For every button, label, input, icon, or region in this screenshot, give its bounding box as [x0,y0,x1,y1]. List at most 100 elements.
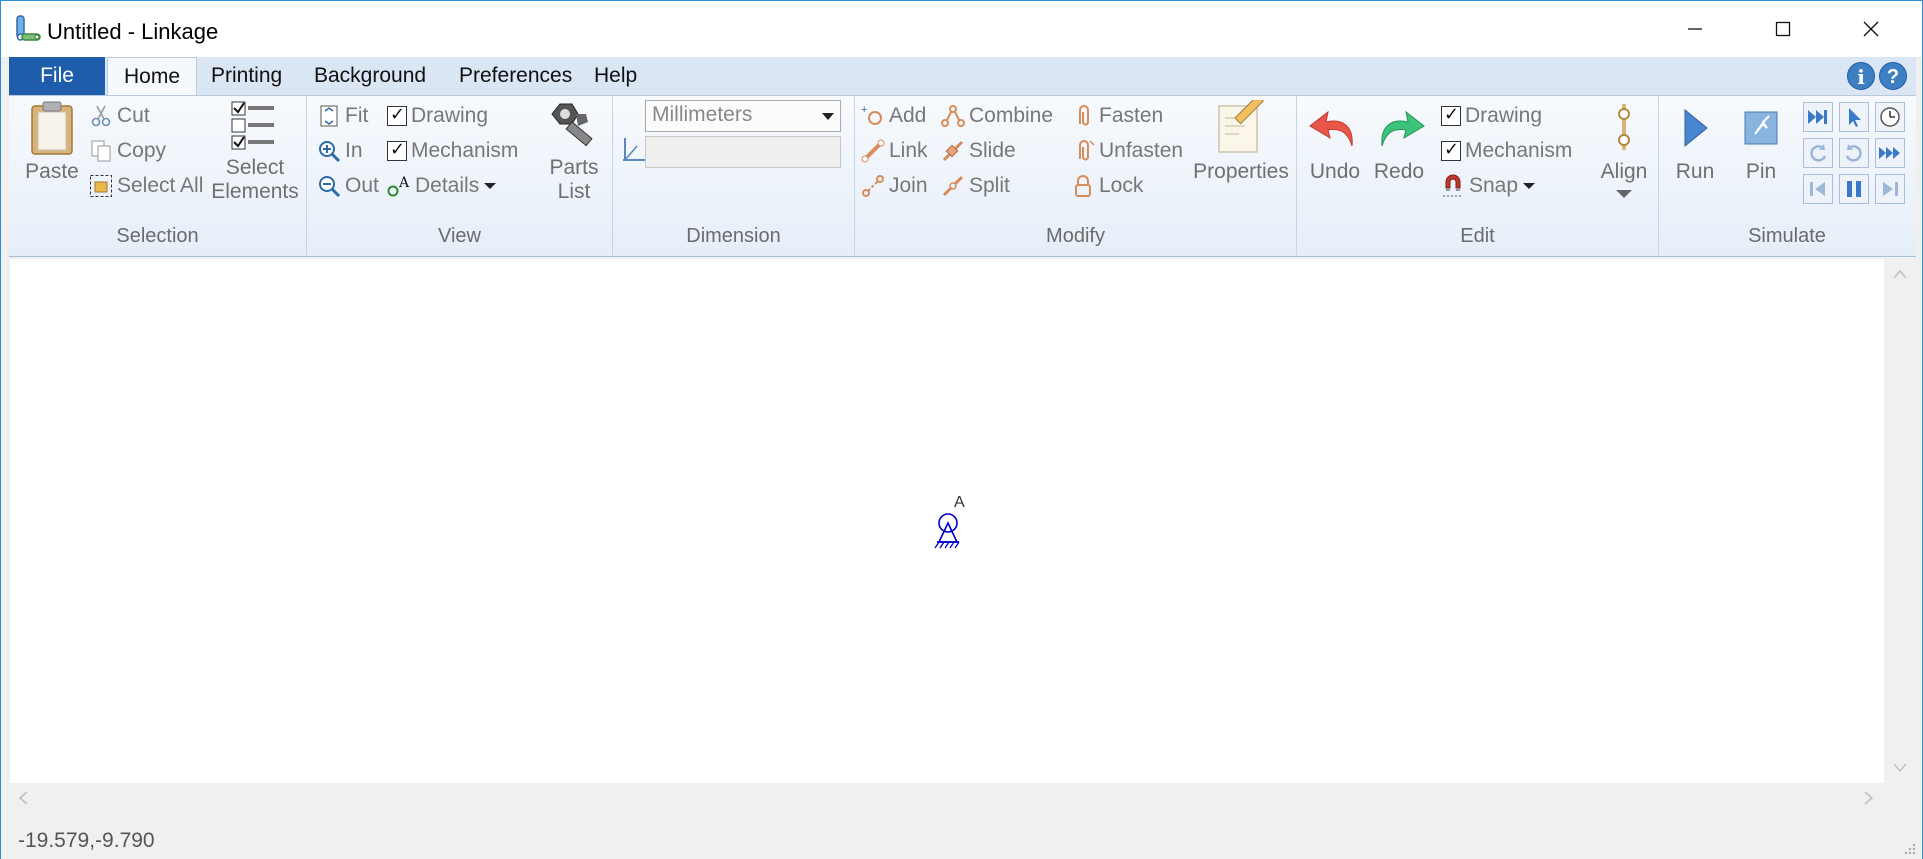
scroll-up-icon[interactable] [1893,269,1907,279]
rotate-left-icon [1810,144,1827,162]
window-title: Untitled - Linkage [47,19,219,44]
tab-preferences[interactable]: Preferences [447,57,584,95]
rotate-ccw-button[interactable] [1803,138,1833,168]
zoom-in-label: In [345,139,363,162]
group-modify: + Add Link Join Combine Slide Split Fast… [855,96,1297,256]
scroll-right-icon[interactable] [1864,791,1874,805]
ribbon-tabs: File Home Printing Background Preference… [9,57,1916,96]
fast-forward-button[interactable] [1875,138,1905,168]
slide-button[interactable]: Slide [941,139,1016,163]
fit-page-icon [320,105,338,127]
group-label-simulate: Simulate [1748,225,1826,247]
split-button[interactable]: Split [941,174,1010,198]
undo-label: Undo [1309,160,1361,183]
pin-label: Pin [1745,160,1777,183]
view-drawing-checkbox[interactable]: Drawing [387,104,488,128]
horizontal-scrollbar[interactable] [10,783,1884,813]
pin-button[interactable]: Pin [1733,100,1789,184]
clipboard-icon [31,101,73,155]
close-button[interactable] [1827,1,1915,57]
title-bar: Untitled - Linkage [1,1,1922,57]
zoom-in-icon [319,141,341,163]
tab-home[interactable]: Home [107,57,197,96]
step-start-button[interactable] [1803,174,1833,204]
zoom-in-button[interactable]: In [317,139,363,163]
select-elements-label-2: Elements [211,180,299,203]
tab-background[interactable]: Background [302,57,438,95]
units-caret-icon [822,113,834,120]
view-drawing-label: Drawing [411,104,489,127]
details-dropdown[interactable]: A Details [387,174,497,198]
vertical-scrollbar[interactable] [1884,259,1916,783]
add-label: Add [889,104,927,127]
cut-button[interactable]: Cut [89,104,150,128]
zoom-out-button[interactable]: Out [317,174,379,198]
tab-printing[interactable]: Printing [199,57,294,95]
redo-label: Redo [1373,160,1425,183]
copy-button[interactable]: Copy [89,139,166,163]
minimize-button[interactable] [1651,1,1739,57]
run-button[interactable]: Run [1667,100,1723,184]
join-button[interactable]: Join [861,174,928,198]
redo-button[interactable]: Redo [1369,100,1429,184]
cut-label: Cut [117,104,150,127]
drawing-canvas[interactable] [10,259,1884,783]
details-caret-icon [484,183,497,189]
units-selected-value: Millimeters [652,103,753,126]
close-icon [1863,21,1879,37]
align-label: Align [1600,160,1648,183]
align-icon [1618,104,1630,150]
zoom-out-label: Out [345,174,379,197]
edit-mechanism-checkbox-icon [1441,139,1461,161]
fast-forward-icon [1879,147,1900,159]
edit-drawing-checkbox-icon [1441,104,1461,126]
link-button[interactable]: Link [861,139,928,163]
tab-help[interactable]: Help [582,57,649,95]
view-mechanism-label: Mechanism [411,139,519,162]
svg-text:+: + [861,104,867,116]
copy-icon [91,140,111,162]
svg-text:A: A [398,175,410,191]
edit-drawing-checkbox[interactable]: Drawing [1441,104,1542,128]
edit-mechanism-checkbox[interactable]: Mechanism [1441,139,1572,163]
combine-button[interactable]: Combine [941,104,1053,128]
paste-button[interactable]: Paste [17,100,87,184]
ribbon-home: Paste Cut Copy Select All Select Element… [9,95,1916,257]
select-elements-button[interactable]: Select Elements [209,100,301,204]
rotate-cw-button[interactable] [1839,138,1869,168]
parts-list-label-1: Parts [549,156,599,179]
select-all-button[interactable]: Select All [89,174,203,198]
pause-button[interactable] [1839,174,1869,204]
skip-back-icon [1810,182,1825,196]
fasten-button[interactable]: Fasten [1071,104,1163,128]
view-mechanism-checkbox[interactable]: Mechanism [387,139,518,163]
about-info-button[interactable]: i [1847,62,1875,90]
dimension-value-input[interactable] [645,136,841,168]
ground-anchor-icon[interactable] [930,509,970,549]
tab-file[interactable]: File [9,57,105,95]
unfasten-button[interactable]: Unfasten [1071,139,1183,163]
combine-icon [941,105,965,127]
lock-button[interactable]: Lock [1071,174,1143,198]
parts-list-button[interactable]: Parts List [539,100,609,204]
scroll-down-icon[interactable] [1893,763,1907,773]
scissors-icon [91,105,111,127]
resize-grip-icon[interactable] [1902,841,1916,855]
paperclip-icon [1079,105,1089,126]
add-button[interactable]: + Add [861,104,926,128]
help-question-button[interactable]: ? [1879,62,1907,90]
units-select[interactable]: Millimeters [645,100,841,132]
properties-label: Properties [1193,160,1289,183]
zoom-fit-button[interactable]: Fit [317,104,368,128]
maximize-button[interactable] [1739,1,1827,57]
group-label-view: View [438,225,481,247]
timer-button[interactable] [1875,102,1905,132]
properties-button[interactable]: Properties [1189,100,1293,184]
snap-dropdown[interactable]: Snap [1441,174,1536,198]
scroll-left-icon[interactable] [18,791,28,805]
align-dropdown[interactable]: Align [1593,100,1655,200]
select-pointer-button[interactable] [1839,102,1869,132]
undo-button[interactable]: Undo [1305,100,1365,184]
step-end-button[interactable] [1803,102,1833,132]
step-forward-button[interactable] [1875,174,1905,204]
